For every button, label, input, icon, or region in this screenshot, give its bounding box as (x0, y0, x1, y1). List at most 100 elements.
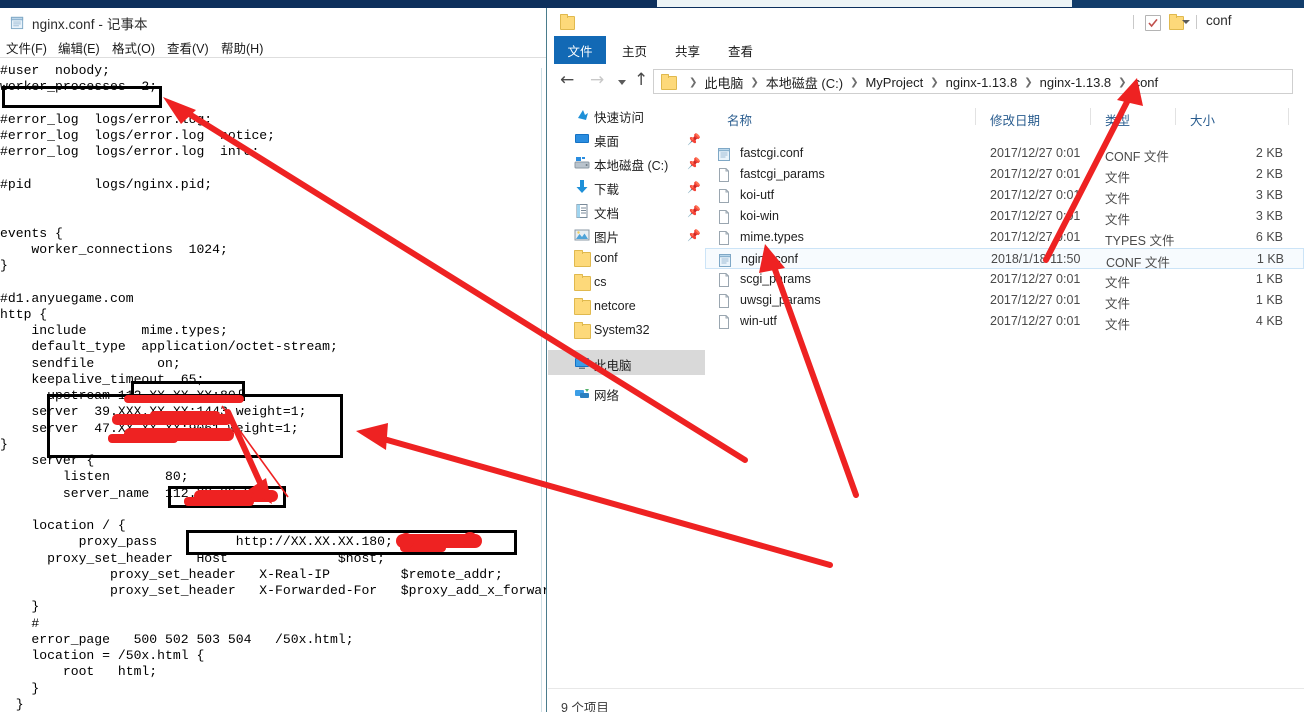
tab-view[interactable]: 查看 (728, 41, 753, 60)
pictures-icon (574, 229, 590, 241)
folder-icon (574, 298, 591, 315)
explorer-ribbon-tabs: 文件 主页 共享 查看 (548, 36, 1304, 64)
file-name: uwsgi_params (740, 293, 821, 307)
sidebar-label: System32 (594, 323, 650, 337)
file-size: 1 KB (1256, 252, 1284, 266)
address-bar[interactable]: ❯ 此电脑 ❯ 本地磁盘 (C:) ❯ MyProject ❯ nginx-1.… (653, 69, 1293, 94)
recent-locations-chevron-down-icon[interactable] (618, 80, 626, 85)
table-row[interactable]: fastcgi_params 2017/12/27 0:01 文件 2 KB (705, 164, 1304, 185)
pin-icon[interactable]: 📌 (687, 157, 701, 170)
pin-icon[interactable]: 📌 (687, 229, 701, 242)
explorer-navigation-bar: ← → ↑ ❯ 此电脑 ❯ 本地磁盘 (C:) ❯ MyProject ❯ ng… (548, 66, 1304, 100)
breadcrumb-nginx-1[interactable]: nginx-1.13.8 (946, 75, 1018, 90)
tab-share[interactable]: 共享 (675, 41, 700, 60)
file-type: TYPES 文件 (1105, 234, 1175, 248)
sidebar-item-desktop[interactable]: 桌面 📌 (548, 128, 705, 150)
column-separator[interactable] (1175, 108, 1176, 125)
table-row[interactable]: scgi_params 2017/12/27 0:01 文件 1 KB (705, 269, 1304, 290)
item-count-text: 9 个项目 (561, 701, 609, 712)
notepad-text-area[interactable]: #user nobody; worker_processes 2; #error… (0, 63, 546, 712)
breadcrumb-local-disk[interactable]: 本地磁盘 (C:) (766, 73, 843, 92)
menu-edit[interactable]: 编辑(E) (58, 38, 100, 57)
file-date: 2017/12/27 0:01 (990, 188, 1081, 202)
sidebar-label: 快速访问 (594, 111, 645, 125)
file-type: 文件 (1105, 213, 1131, 227)
sidebar-item-this-pc[interactable]: 此电脑 (548, 350, 705, 375)
explorer-quick-access-toolbar: conf (548, 8, 1304, 36)
column-separator[interactable] (1090, 108, 1091, 125)
desktop-top-strip-right (1072, 0, 1304, 8)
sidebar-item-local-disk[interactable]: 本地磁盘 (C:) 📌 (548, 152, 705, 174)
table-row[interactable]: koi-win 2017/12/27 0:01 文件 3 KB (705, 206, 1304, 227)
table-row[interactable]: uwsgi_params 2017/12/27 0:01 文件 1 KB (705, 290, 1304, 311)
pin-icon[interactable]: 📌 (687, 205, 701, 218)
table-row[interactable]: koi-utf 2017/12/27 0:01 文件 3 KB (705, 185, 1304, 206)
notepad-title-text: nginx.conf - 记事本 (32, 17, 148, 32)
up-arrow-icon[interactable]: ↑ (634, 70, 648, 90)
breadcrumb-sep: ❯ (1024, 77, 1033, 88)
desktop-top-strip-light (657, 0, 1073, 7)
menu-format[interactable]: 格式(O) (112, 38, 155, 57)
breadcrumb-sep: ❯ (930, 77, 939, 88)
tab-file[interactable]: 文件 (554, 36, 606, 64)
explorer-window-folder-icon (560, 14, 575, 30)
column-header-size[interactable]: 大小 (1190, 110, 1215, 129)
sidebar-item-downloads[interactable]: 下载 📌 (548, 176, 705, 198)
sidebar-item-pictures[interactable]: 图片 📌 (548, 224, 705, 246)
table-row[interactable]: fastcgi.conf 2017/12/27 0:01 CONF 文件 2 K… (705, 143, 1304, 164)
file-name: fastcgi.conf (740, 146, 804, 160)
column-separator[interactable] (975, 108, 976, 125)
column-header-name[interactable]: 名称 (727, 110, 752, 129)
column-separator[interactable] (1288, 108, 1289, 125)
breadcrumb-myproject[interactable]: MyProject (865, 75, 923, 90)
pin-icon[interactable]: 📌 (687, 133, 701, 146)
blank-file-icon (719, 210, 729, 224)
pin-icon[interactable]: 📌 (687, 181, 701, 194)
blank-file-icon (719, 294, 729, 308)
table-row[interactable]: mime.types 2017/12/27 0:01 TYPES 文件 6 KB (705, 227, 1304, 248)
sidebar-item-conf[interactable]: conf (548, 248, 705, 270)
breadcrumb-nginx-2[interactable]: nginx-1.13.8 (1040, 75, 1112, 90)
menu-view[interactable]: 查看(V) (167, 38, 209, 57)
notepad-config-text[interactable]: #user nobody; worker_processes 2; #error… (0, 63, 546, 712)
sidebar-item-netcore[interactable]: netcore (548, 296, 705, 318)
file-name: win-utf (740, 314, 777, 328)
document-icon (576, 204, 588, 218)
notepad-file-icon (718, 148, 730, 161)
column-header-type[interactable]: 类型 (1105, 110, 1130, 129)
breadcrumb-this-pc[interactable]: 此电脑 (704, 73, 743, 92)
file-type: 文件 (1105, 171, 1131, 185)
sidebar-label: 网络 (594, 389, 620, 403)
qat-chevron-down-icon[interactable] (1182, 20, 1190, 24)
table-row[interactable]: win-utf 2017/12/27 0:01 文件 4 KB (705, 311, 1304, 332)
sidebar-item-cs[interactable]: cs (548, 272, 705, 294)
menu-help[interactable]: 帮助(H) (221, 38, 263, 57)
column-header-date[interactable]: 修改日期 (990, 110, 1040, 129)
blank-file-icon (719, 273, 729, 287)
file-date: 2017/12/27 0:01 (990, 209, 1081, 223)
notepad-menubar: 文件(F) 编辑(E) 格式(O) 查看(V) 帮助(H) (0, 35, 546, 58)
back-arrow-icon[interactable]: ← (560, 70, 574, 90)
menu-file[interactable]: 文件(F) (6, 38, 47, 57)
sidebar-label: netcore (594, 299, 636, 313)
address-folder-icon (661, 74, 677, 90)
file-date: 2017/12/27 0:01 (990, 167, 1081, 181)
drive-icon (574, 157, 590, 169)
table-row-selected[interactable]: nginx.conf 2018/1/18 11:50 CONF 文件 1 KB (705, 248, 1304, 270)
properties-checkbox-icon[interactable] (1145, 15, 1161, 31)
notepad-scrollbar[interactable] (541, 68, 542, 712)
file-size: 1 KB (1255, 293, 1283, 307)
forward-arrow-icon[interactable]: → (590, 70, 604, 90)
sidebar-label: cs (594, 275, 607, 289)
sidebar-label: 图片 (594, 231, 620, 245)
sidebar-item-quick-access[interactable]: 快速访问 (548, 104, 705, 126)
sidebar-item-network[interactable]: 网络 (548, 382, 705, 404)
sidebar-label: 此电脑 (594, 359, 632, 373)
notepad-file-icon (719, 254, 731, 267)
breadcrumb-conf[interactable]: conf (1134, 75, 1159, 90)
sidebar-item-documents[interactable]: 文档 📌 (548, 200, 705, 222)
sidebar-label: 桌面 (594, 135, 620, 149)
file-name: mime.types (740, 230, 804, 244)
sidebar-item-system32[interactable]: System32 (548, 320, 705, 342)
tab-home[interactable]: 主页 (622, 41, 647, 60)
